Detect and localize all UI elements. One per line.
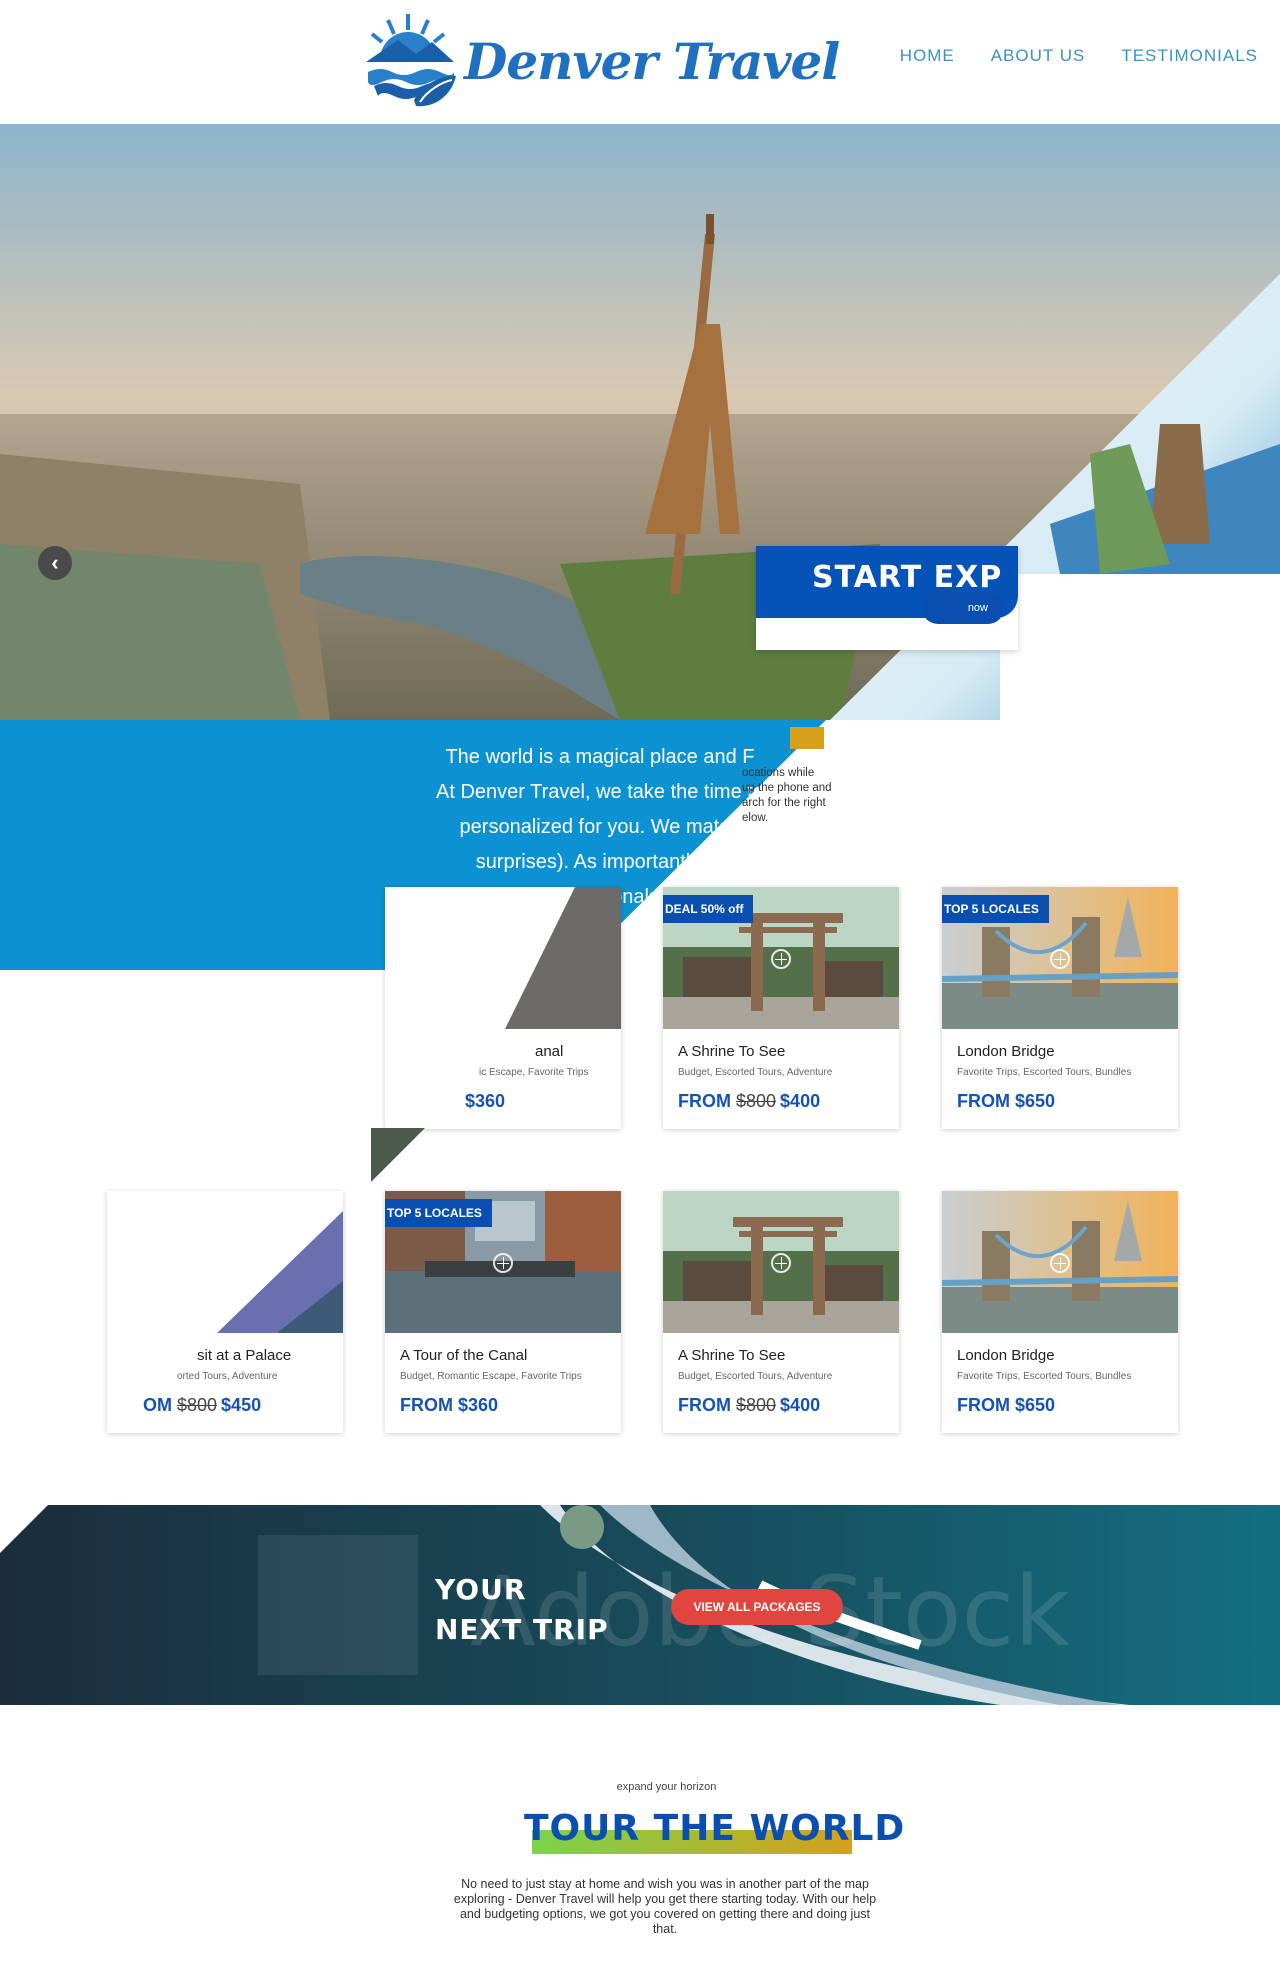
banner-title-line: NEXT TRIP <box>435 1613 609 1646</box>
tour-title-block: TOUR THE WORLD <box>524 1808 904 1854</box>
package-card-palace[interactable]: sit at a Palace orted Tours, Adventure O… <box>107 1191 343 1433</box>
price-value: $450 <box>221 1395 262 1415</box>
card-image <box>385 887 621 1029</box>
start-exploring-card: START EXP now <box>756 546 1018 650</box>
intro-side-text: ocations while up the phone and arch for… <box>742 766 882 826</box>
top-locales-badge: TOP 5 LOCALES <box>942 895 1049 923</box>
card-price: FROM $800 $400 <box>678 1395 820 1416</box>
intro-side-line: up the phone and <box>742 782 832 794</box>
hero-image-paris <box>0 124 1280 744</box>
zoom-icon[interactable] <box>1050 1253 1070 1273</box>
card-tags: ic Escape, Favorite Trips <box>479 1067 589 1078</box>
tour-eyebrow: expand your horizon <box>616 1781 717 1793</box>
card-image <box>107 1191 343 1333</box>
zoom-icon[interactable] <box>771 1253 791 1273</box>
diagonal-image-fragment <box>371 1128 425 1182</box>
view-all-packages-button[interactable]: VIEW ALL PACKAGES <box>671 1589 843 1625</box>
tour-description: No need to just stay at home and wish yo… <box>453 1877 877 1936</box>
hero-slider: ‹ <box>0 124 1280 744</box>
price-value: $360 <box>465 1091 506 1111</box>
card-price: FROM $800 $400 <box>678 1091 820 1112</box>
card-title: sit at a Palace <box>197 1347 292 1364</box>
card-image <box>663 1191 899 1333</box>
price-value: $650 <box>1015 1395 1056 1415</box>
price-prefix: FROM <box>400 1395 458 1415</box>
main-nav: HOME ABOUT US TESTIMONIALS <box>900 46 1258 66</box>
old-price: $800 <box>177 1395 218 1415</box>
price-value: $360 <box>458 1395 499 1415</box>
tour-title: TOUR THE WORLD <box>524 1808 906 1849</box>
card-tags: Budget, Escorted Tours, Adventure <box>678 1371 833 1382</box>
nav-about-us[interactable]: ABOUT US <box>991 46 1086 66</box>
package-card-shrine-2[interactable]: A Shrine To See Budget, Escorted Tours, … <box>663 1191 899 1433</box>
cta-title: START EXP <box>812 560 1003 595</box>
zoom-icon[interactable] <box>493 1253 513 1273</box>
slider-prev-button[interactable]: ‹ <box>38 546 72 580</box>
package-card-canal-tour[interactable]: TOP 5 LOCALES A Tour of the Canal Budget… <box>385 1191 621 1433</box>
card-price: OM $800 $450 <box>143 1395 261 1416</box>
old-price: $800 <box>736 1395 777 1415</box>
price-value: $650 <box>1015 1091 1056 1111</box>
card-title: anal <box>535 1043 564 1060</box>
card-title: A Shrine To See <box>678 1347 786 1364</box>
card-price: FROM $650 <box>957 1091 1055 1112</box>
deal-badge: DEAL 50% off <box>663 895 754 923</box>
card-tags: Favorite Trips, Escorted Tours, Bundles <box>957 1067 1132 1078</box>
cruise-ship-image: Adobe Stock <box>0 1505 1280 1705</box>
card-tags: Budget, Romantic Escape, Favorite Trips <box>400 1371 582 1382</box>
card-title: London Bridge <box>957 1347 1055 1364</box>
intro-side-line: elow. <box>742 812 769 824</box>
price-value: $400 <box>780 1395 821 1415</box>
logo[interactable]: Denver Travel <box>358 10 840 114</box>
old-price: $800 <box>736 1091 777 1111</box>
card-tags: orted Tours, Adventure <box>177 1371 278 1382</box>
package-card-shrine[interactable]: DEAL 50% off A Shrine To See Budget, Esc… <box>663 887 899 1129</box>
cta-now-button[interactable]: now <box>922 592 1004 624</box>
card-tags: Budget, Escorted Tours, Adventure <box>678 1067 833 1078</box>
chevron-left-icon: ‹ <box>51 550 59 575</box>
package-card-london-bridge[interactable]: TOP 5 LOCALES London Bridge Favorite Tri… <box>942 887 1178 1129</box>
intro-side-line: ocations while <box>742 767 815 779</box>
zoom-icon[interactable] <box>771 949 791 969</box>
price-value: $400 <box>780 1091 821 1111</box>
package-card-canal[interactable]: anal ic Escape, Favorite Trips $360 <box>385 887 621 1129</box>
card-price: FROM $360 <box>400 1395 498 1416</box>
logo-text: Denver Travel <box>464 32 840 91</box>
banner-title-line: YOUR <box>435 1573 527 1606</box>
price-prefix: FROM <box>678 1395 736 1415</box>
card-tags: Favorite Trips, Escorted Tours, Bundles <box>957 1371 1132 1382</box>
card-title: London Bridge <box>957 1043 1055 1060</box>
card-title: A Shrine To See <box>678 1043 786 1060</box>
price-prefix: FROM <box>678 1091 736 1111</box>
site-header: Denver Travel HOME ABOUT US TESTIMONIALS <box>0 0 1280 124</box>
intro-line: surprises). As importantly, w <box>475 851 725 873</box>
zoom-icon[interactable] <box>1050 949 1070 969</box>
card-title: A Tour of the Canal <box>400 1347 528 1364</box>
sun-waves-logo-icon <box>366 14 456 108</box>
card-price: $360 <box>465 1091 505 1112</box>
top-locales-badge: TOP 5 LOCALES <box>385 1199 492 1227</box>
card-price: FROM $650 <box>957 1395 1055 1416</box>
price-prefix: FROM <box>957 1395 1015 1415</box>
price-prefix: OM <box>143 1395 177 1415</box>
nav-testimonials[interactable]: TESTIMONIALS <box>1121 46 1258 66</box>
banner-title: YOUR NEXT TRIP <box>435 1570 609 1650</box>
intro-side-line: arch for the right <box>742 797 826 809</box>
next-trip-banner: Adobe Stock <box>0 1505 1280 1705</box>
card-image <box>942 1191 1178 1333</box>
nav-home[interactable]: HOME <box>900 46 955 66</box>
price-prefix: FROM <box>957 1091 1015 1111</box>
package-card-london-bridge-2[interactable]: London Bridge Favorite Trips, Escorted T… <box>942 1191 1178 1433</box>
